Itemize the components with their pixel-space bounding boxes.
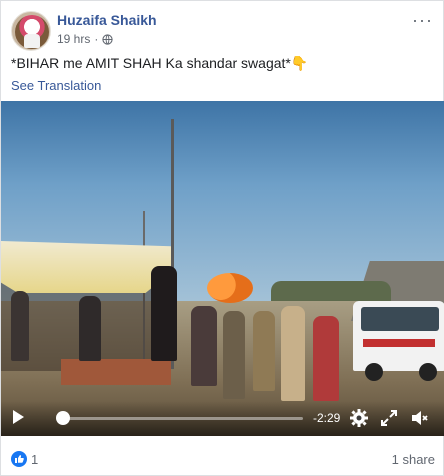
video-frame-person bbox=[79, 296, 101, 361]
video-controls: -2:29 bbox=[1, 401, 444, 436]
video-frame-person bbox=[191, 306, 217, 386]
video-frame-person bbox=[223, 311, 245, 399]
avatar[interactable] bbox=[11, 11, 51, 51]
volume-icon[interactable] bbox=[409, 408, 429, 428]
video-frame-person bbox=[313, 316, 339, 401]
meta-separator: · bbox=[94, 32, 99, 46]
video-frame-car-stripe bbox=[363, 339, 435, 347]
video-frame-person bbox=[281, 306, 305, 401]
post-meta: 19 hrs · bbox=[57, 32, 113, 46]
like-thumb-icon[interactable] bbox=[11, 451, 27, 467]
video-frame-person bbox=[151, 266, 177, 361]
facebook-post: Huzaifa Shaikh 19 hrs · ··· *BIHAR me AM… bbox=[0, 0, 444, 476]
share-count[interactable]: 1 share bbox=[392, 452, 435, 467]
video-frame-car-glass bbox=[361, 307, 439, 331]
video-frame-person bbox=[11, 291, 29, 361]
video-frame-balloons bbox=[207, 273, 253, 303]
video-frame-wheel bbox=[365, 363, 383, 381]
expand-icon[interactable] bbox=[379, 408, 399, 428]
play-icon[interactable] bbox=[13, 410, 24, 424]
globe-icon[interactable] bbox=[102, 33, 113, 45]
video-frame-person bbox=[253, 311, 275, 391]
more-options-icon[interactable]: ··· bbox=[412, 11, 433, 29]
see-translation-link[interactable]: See Translation bbox=[11, 78, 101, 93]
post-caption: *BIHAR me AMIT SHAH Ka shandar swagat*👇 bbox=[11, 55, 309, 71]
post-time[interactable]: 19 hrs bbox=[57, 32, 90, 46]
gear-icon[interactable] bbox=[349, 408, 369, 428]
video-frame-wall bbox=[61, 359, 171, 385]
reaction-count[interactable]: 1 bbox=[31, 452, 38, 467]
progress-track[interactable] bbox=[57, 417, 303, 420]
video-frame-trees bbox=[271, 281, 391, 301]
video-player[interactable]: -2:29 bbox=[1, 101, 444, 436]
post-header: Huzaifa Shaikh 19 hrs · ··· bbox=[11, 11, 435, 51]
video-frame-wheel bbox=[419, 363, 437, 381]
video-frame-tent bbox=[1, 241, 171, 293]
time-remaining: -2:29 bbox=[313, 411, 341, 425]
post-footer: 1 1 share bbox=[1, 436, 444, 476]
progress-scrubber[interactable] bbox=[56, 411, 70, 425]
author-name[interactable]: Huzaifa Shaikh bbox=[57, 12, 157, 28]
